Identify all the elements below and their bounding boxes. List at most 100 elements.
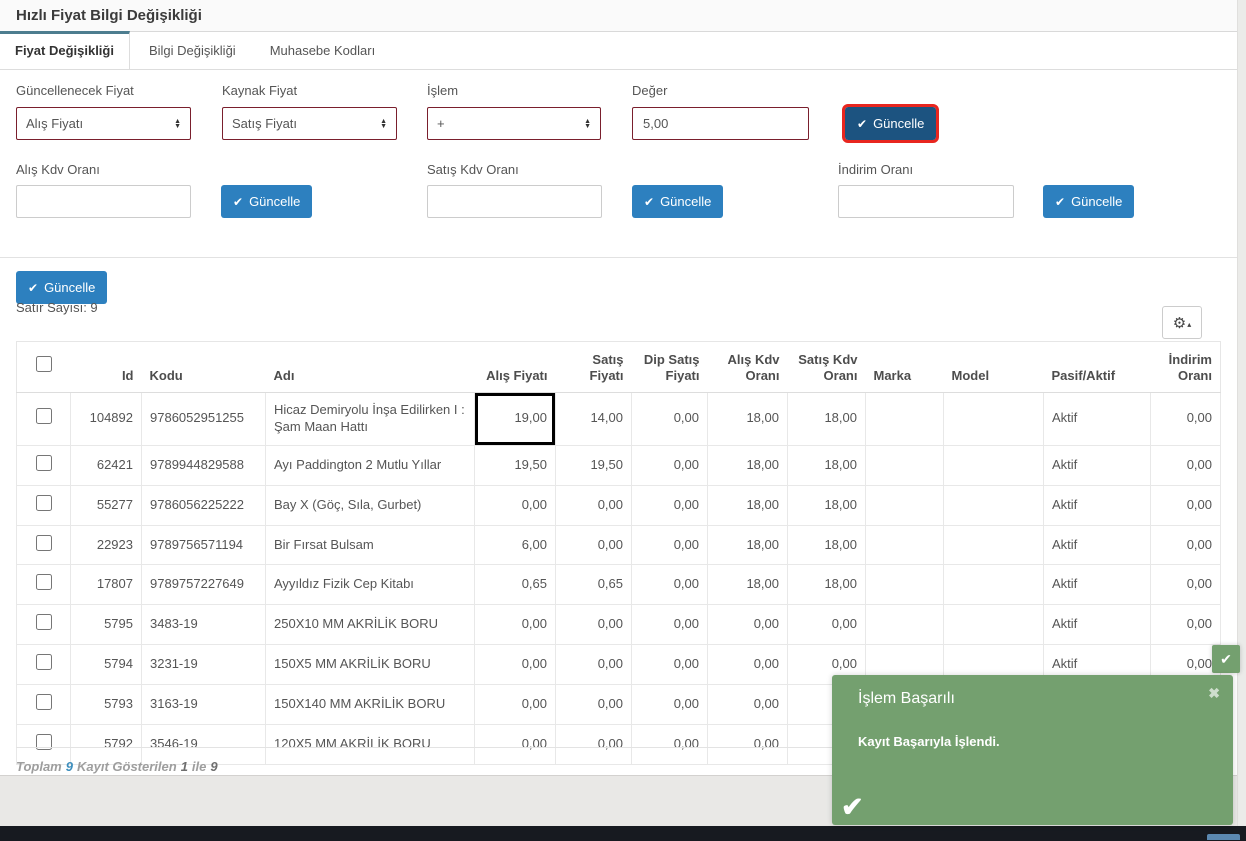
cell-indirim: 0,00 [1151,565,1221,605]
caret-up-icon: ▴ [1187,320,1191,329]
table-row: 552779786056225222Bay X (Göç, Sıla, Gurb… [17,485,1221,525]
cell-satis: 14,00 [556,393,632,446]
cell-kodu: 9789944829588 [142,445,266,485]
cell-satis: 0,00 [556,485,632,525]
check-icon: ✔ [1220,651,1232,668]
toast-message: Kayıt Başarıyla İşlendi. [858,734,1000,749]
row-checkbox[interactable] [36,408,52,424]
cell-marka [866,525,944,565]
row-checkbox[interactable] [36,574,52,590]
alis-kdv-input[interactable] [16,185,191,218]
deger-input[interactable] [632,107,809,140]
cell-alis_kdv: 18,00 [708,485,788,525]
row-checkbox[interactable] [36,535,52,551]
column-header-alis_kdv: Alış Kdv Oranı [708,342,788,393]
cell-adi: Bir Fırsat Bulsam [266,525,475,565]
table-row: 624219789944829588Ayı Paddington 2 Mutlu… [17,445,1221,485]
guncelle-label: Güncelle [1071,194,1122,209]
cell-dip: 0,00 [632,393,708,446]
cell-alis: 0,65 [475,565,556,605]
row-checkbox[interactable] [36,654,52,670]
column-header-durum: Pasif/Aktif [1044,342,1151,393]
cell-durum: Aktif [1044,445,1151,485]
column-header-adi: Adı [266,342,475,393]
cell-marka [866,445,944,485]
guncellenecek-fiyat-value: Alış Fiyatı [26,116,83,131]
title-bar: Hızlı Fiyat Bilgi Değişikliği [0,0,1237,32]
cell-alis: 6,00 [475,525,556,565]
tab-muhasebe-kodlari[interactable]: Muhasebe Kodları [255,32,391,69]
tab-bilgi-degisikligi[interactable]: Bilgi Değişikliği [134,32,251,69]
check-icon: ✔ [644,195,654,209]
guncelle-fiyat-button[interactable]: ✔ Güncelle [845,107,936,140]
cell-dip: 0,00 [632,605,708,645]
guncelle-alis-kdv-button[interactable]: ✔ Güncelle [221,185,312,218]
gear-icon: ⚙ [1173,314,1186,332]
cell-durum: Aktif [1044,605,1151,645]
alis-kdv-label: Alış Kdv Oranı [16,162,100,177]
guncelle-label: Güncelle [44,280,95,295]
cell-dip: 0,00 [632,445,708,485]
bottom-right-widget[interactable] [1207,834,1240,840]
cell-alis_kdv: 18,00 [708,393,788,446]
cell-satis: 0,00 [556,645,632,685]
guncelle-label: Güncelle [660,194,711,209]
cell-id: 104892 [71,393,142,446]
kaynak-fiyat-label: Kaynak Fiyat [222,83,297,98]
cell-alis_kdv: 18,00 [708,445,788,485]
column-header-satis: Satış Fiyatı [556,342,632,393]
table-row: 229239789756571194Bir Fırsat Bulsam6,000… [17,525,1221,565]
scrollbar-track[interactable] [1237,0,1246,826]
tab-fiyat-degisikligi[interactable]: Fiyat Değişikliği [0,31,130,69]
cell-id: 5795 [71,605,142,645]
cell-kodu: 9789756571194 [142,525,266,565]
satis-kdv-input[interactable] [427,185,602,218]
toast-success[interactable]: İşlem Başarılı ✖ Kayıt Başarıyla İşlendi… [832,675,1233,825]
kaynak-fiyat-value: Satış Fiyatı [232,116,297,131]
select-all-checkbox[interactable] [36,356,52,372]
toast-success-mini[interactable]: ✔ [1212,645,1240,673]
table-header-row: IdKoduAdıAlış FiyatıSatış FiyatıDip Satı… [17,342,1221,393]
cell-adi: 150X140 MM AKRİLİK BORU [266,685,475,725]
close-icon[interactable]: ✖ [1208,685,1220,702]
cell-indirim: 0,00 [1151,393,1221,446]
cell-adi: Hicaz Demiryolu İnşa Edilirken I : Şam M… [266,393,475,446]
cell-durum: Aktif [1044,565,1151,605]
islem-label: İşlem [427,83,458,98]
footer-ile: ile [192,759,206,774]
row-checkbox[interactable] [36,614,52,630]
footer-toplam: Toplam [16,759,62,774]
guncelle-label: Güncelle [873,116,924,131]
cell-marka [866,393,944,446]
table-settings-button[interactable]: ⚙ ▴ [1162,306,1202,339]
row-checkbox[interactable] [36,495,52,511]
cell-alis: 0,00 [475,645,556,685]
cell-alis: 0,00 [475,685,556,725]
cell-durum: Aktif [1044,525,1151,565]
guncelle-label: Güncelle [249,194,300,209]
cell-id: 5794 [71,645,142,685]
islem-value: + [437,116,445,131]
islem-select[interactable]: + ▲▼ [427,107,601,140]
cell-satis_kdv: 18,00 [788,485,866,525]
cell-indirim: 0,00 [1151,485,1221,525]
guncellenecek-fiyat-select[interactable]: Alış Fiyatı ▲▼ [16,107,191,140]
indirim-orani-input[interactable] [838,185,1014,218]
cell-indirim: 0,00 [1151,445,1221,485]
cell-durum: Aktif [1044,485,1151,525]
cell-model [944,485,1044,525]
guncelle-indirim-button[interactable]: ✔ Güncelle [1043,185,1134,218]
footer-to: 9 [210,759,217,774]
cell-marka [866,485,944,525]
cell-alis: 19,00 [475,393,556,446]
guncelle-satis-kdv-button[interactable]: ✔ Güncelle [632,185,723,218]
row-checkbox[interactable] [36,455,52,471]
cell-kodu: 3231-19 [142,645,266,685]
footer-from: 1 [181,759,188,774]
kaynak-fiyat-select[interactable]: Satış Fiyatı ▲▼ [222,107,397,140]
column-header-id: Id [71,342,142,393]
cell-adi: 250X10 MM AKRİLİK BORU [266,605,475,645]
cell-adi: 150X5 MM AKRİLİK BORU [266,645,475,685]
row-checkbox[interactable] [36,694,52,710]
cell-kodu: 3163-19 [142,685,266,725]
